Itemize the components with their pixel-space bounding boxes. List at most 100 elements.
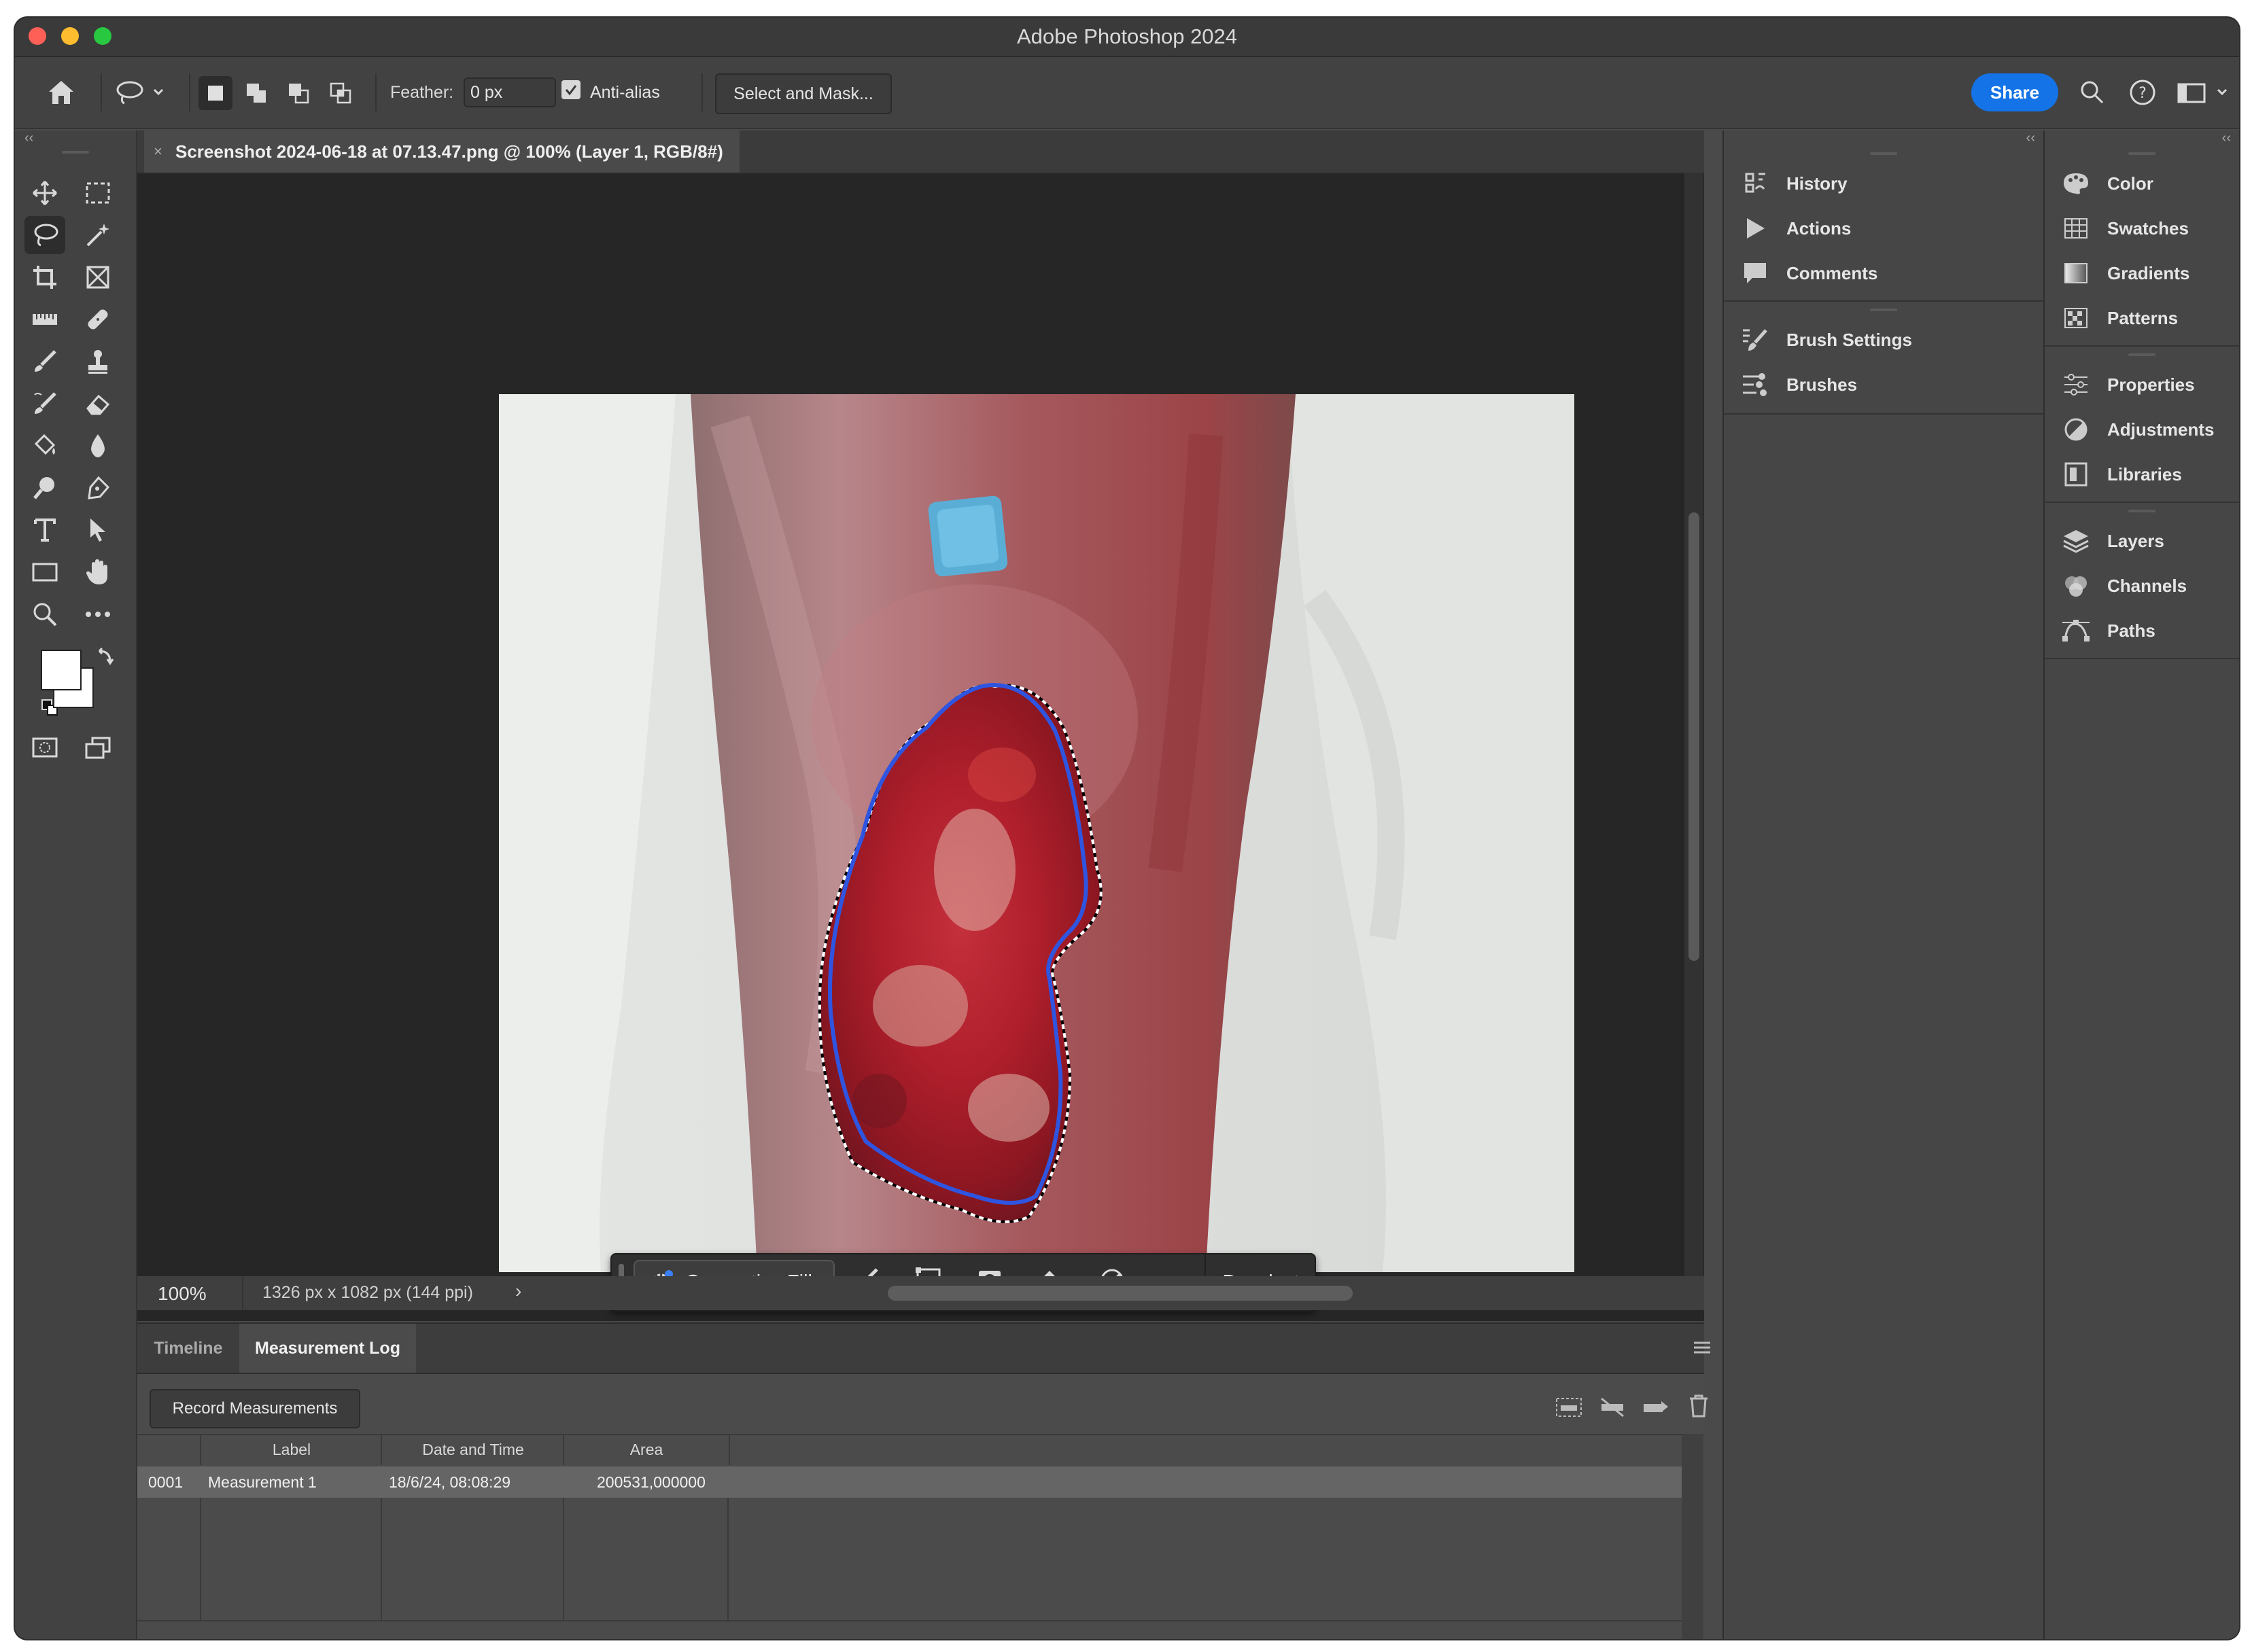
panel-properties[interactable]: Properties	[2045, 364, 2239, 405]
panel-history[interactable]: History	[1724, 163, 2043, 204]
type-tool-icon[interactable]	[24, 511, 65, 549]
magic-wand-tool-icon[interactable]	[77, 216, 118, 254]
panel-layers-label: Layers	[2107, 530, 2164, 551]
panel-swatches[interactable]: Swatches	[2045, 208, 2239, 249]
eraser-tool-icon[interactable]	[77, 385, 118, 423]
panel-brushes[interactable]: Brushes	[1724, 364, 2043, 405]
panel-paths[interactable]: Paths	[2045, 610, 2239, 651]
dodge-tool-icon[interactable]	[24, 469, 65, 507]
document-status-bar: 100% 1326 px x 1082 px (144 ppi) ›	[137, 1276, 1704, 1310]
collapse-dock-icon[interactable]: ‹‹	[2026, 130, 2035, 146]
brush-tool-icon[interactable]	[24, 342, 65, 381]
close-document-icon[interactable]: ×	[154, 143, 162, 160]
frame-tool-icon[interactable]	[77, 258, 118, 296]
foreground-color-swatch[interactable]	[41, 650, 82, 690]
rectangle-tool-icon[interactable]	[24, 553, 65, 591]
history-icon	[1739, 170, 1771, 197]
intersect-selection-icon[interactable]	[324, 76, 358, 110]
panel-channels-label: Channels	[2107, 575, 2187, 596]
workspace-switcher-icon[interactable]	[2174, 75, 2235, 110]
search-icon[interactable]	[2075, 75, 2110, 110]
column-header-datetime[interactable]: Date and Time	[381, 1434, 564, 1465]
tab-measurement-log[interactable]: Measurement Log	[239, 1324, 416, 1373]
options-bar: Feather: 0 px Anti-alias Select and Mask…	[15, 57, 2239, 129]
panel-adjustments[interactable]: Adjustments	[2045, 409, 2239, 450]
feather-input[interactable]: 0 px	[464, 77, 556, 107]
panel-gradients[interactable]: Gradients	[2045, 253, 2239, 294]
horizontal-scroll-thumb[interactable]	[888, 1286, 1353, 1301]
zoom-level[interactable]: 100%	[158, 1283, 207, 1305]
healing-brush-tool-icon[interactable]	[77, 300, 118, 338]
panel-actions-label: Actions	[1786, 217, 1852, 239]
tab-timeline[interactable]: Timeline	[137, 1324, 239, 1373]
path-selection-tool-icon[interactable]	[77, 511, 118, 549]
adjustments-icon	[2060, 416, 2092, 443]
collapse-toolbar-icon[interactable]: ‹‹	[24, 130, 33, 146]
lasso-tool-preset-picker[interactable]	[110, 75, 171, 110]
document-tab[interactable]: × Screenshot 2024-06-18 at 07.13.47.png …	[144, 130, 740, 173]
panel-layers[interactable]: Layers	[2045, 521, 2239, 561]
select-and-mask-button[interactable]: Select and Mask...	[715, 73, 892, 114]
hand-tool-icon[interactable]	[77, 553, 118, 591]
export-measurements-icon[interactable]	[1642, 1397, 1669, 1421]
panel-brush-settings[interactable]: Brush Settings	[1724, 319, 2043, 360]
panel-channels[interactable]: Channels	[2045, 565, 2239, 606]
clone-stamp-tool-icon[interactable]	[77, 342, 118, 381]
table-scrollbar[interactable]	[1682, 1434, 1703, 1639]
pen-tool-icon[interactable]	[77, 469, 118, 507]
crop-tool-icon[interactable]	[24, 258, 65, 296]
history-brush-tool-icon[interactable]	[24, 385, 65, 423]
panel-dock-right: ‹‹ Color Swatches Gradients Patterns Pro…	[2045, 130, 2239, 1639]
delete-measurements-icon[interactable]	[1688, 1394, 1709, 1421]
layers-icon	[2060, 527, 2092, 555]
panel-actions[interactable]: Actions	[1724, 208, 2043, 249]
panel-menu-icon[interactable]	[1694, 1341, 1710, 1357]
home-icon[interactable]	[42, 75, 80, 110]
row-datetime: 18/6/24, 08:08:29	[389, 1473, 511, 1491]
vertical-scroll-thumb[interactable]	[1688, 512, 1699, 961]
marquee-tool-icon[interactable]	[77, 174, 118, 212]
share-button[interactable]: Share	[1971, 73, 2058, 111]
panel-color[interactable]: Color	[2045, 163, 2239, 204]
panel-brushes-label: Brushes	[1786, 374, 1858, 395]
panel-swatches-label: Swatches	[2107, 217, 2189, 239]
subtract-from-selection-icon[interactable]	[281, 76, 315, 110]
photoshop-window: Adobe Photoshop 2024 Feather: 0 px Anti-…	[15, 18, 2239, 1639]
blur-tool-icon[interactable]	[77, 427, 118, 465]
quick-mask-icon[interactable]	[24, 728, 65, 767]
info-menu-chevron-icon[interactable]: ›	[515, 1280, 521, 1302]
more-tools-icon[interactable]	[77, 595, 118, 633]
record-measurements-button[interactable]: Record Measurements	[150, 1389, 360, 1428]
table-row[interactable]: 0001 Measurement 1 18/6/24, 08:08:29 200…	[137, 1466, 1682, 1498]
panel-history-label: History	[1786, 173, 1848, 194]
ruler-tool-icon[interactable]	[24, 300, 65, 338]
column-header-label[interactable]: Label	[200, 1434, 382, 1465]
measurement-log-panel: Timeline Measurement Log Record Measurem…	[137, 1322, 1710, 1639]
swap-colors-icon[interactable]	[95, 647, 116, 671]
antialias-checkbox[interactable]	[561, 80, 581, 99]
help-icon[interactable]: ?	[2125, 75, 2160, 110]
vertical-scrollbar[interactable]	[1684, 173, 1703, 1276]
canvas-image[interactable]	[499, 394, 1574, 1272]
new-selection-icon[interactable]	[198, 76, 232, 110]
panel-libraries[interactable]: Libraries	[2045, 454, 2239, 495]
row-area: 200531,000000	[597, 1473, 706, 1491]
panel-comments-label: Comments	[1786, 262, 1878, 283]
zoom-tool-icon[interactable]	[24, 595, 65, 633]
panel-comments[interactable]: Comments	[1724, 253, 2043, 294]
add-to-selection-icon[interactable]	[239, 76, 273, 110]
select-all-measurements-icon[interactable]	[1555, 1397, 1582, 1421]
swatches-icon	[2060, 215, 2092, 242]
panel-patterns-label: Patterns	[2107, 307, 2179, 328]
column-header-area[interactable]: Area	[563, 1434, 730, 1465]
table-header: Label Date and Time Area	[137, 1434, 1682, 1465]
deselect-measurements-icon[interactable]	[1599, 1397, 1626, 1421]
move-tool-icon[interactable]	[24, 174, 65, 212]
collapse-right-dock-icon[interactable]: ‹‹	[2222, 130, 2231, 146]
panel-patterns[interactable]: Patterns	[2045, 298, 2239, 338]
lasso-tool-icon[interactable]	[24, 216, 65, 254]
panel-libraries-label: Libraries	[2107, 463, 2182, 485]
paint-bucket-tool-icon[interactable]	[24, 427, 65, 465]
screen-mode-icon[interactable]	[77, 728, 118, 767]
libraries-icon	[2060, 461, 2092, 488]
